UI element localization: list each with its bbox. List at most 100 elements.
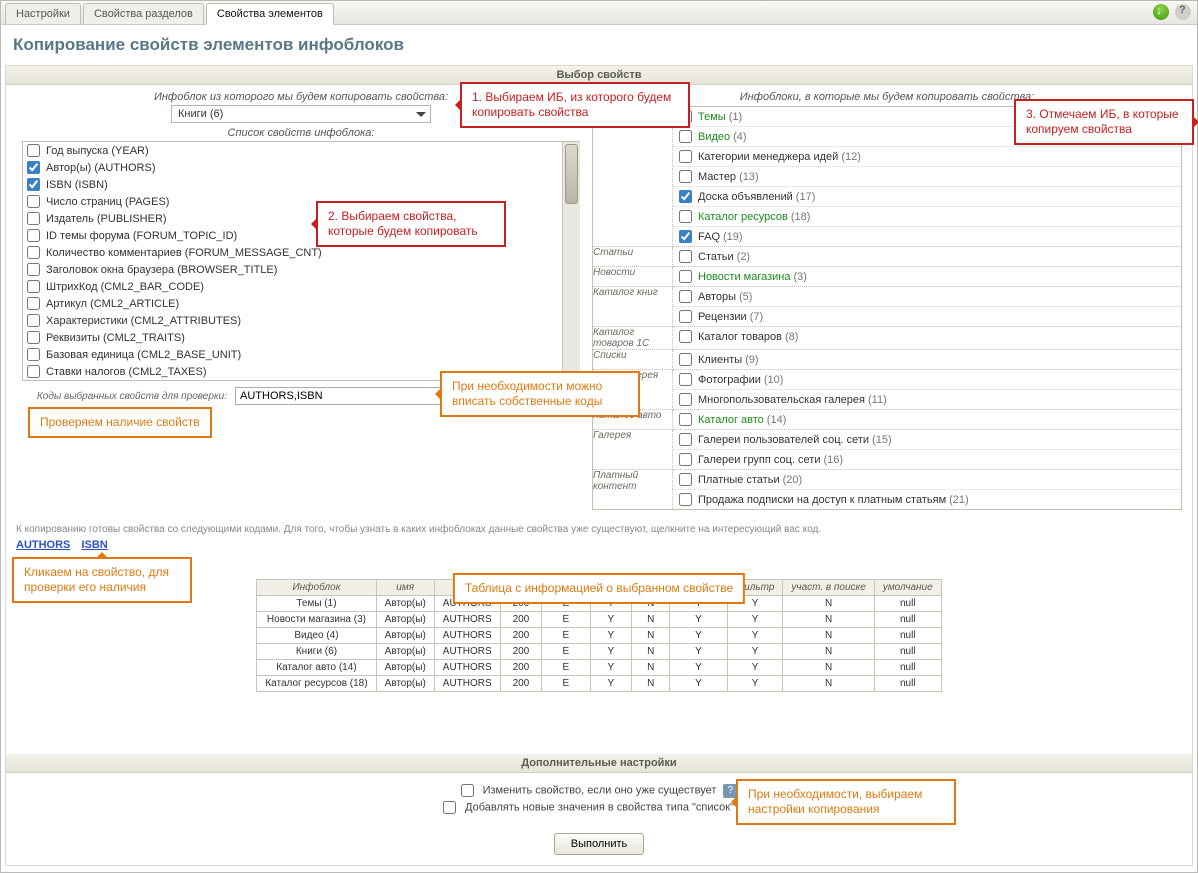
prop-row[interactable]: Автор(ы) (AUTHORS) — [23, 159, 562, 176]
hint-text: К копированию готовы свойства со следующ… — [16, 524, 1192, 535]
iblock-checkbox[interactable] — [679, 453, 692, 466]
prop-checkbox[interactable] — [27, 178, 40, 191]
prop-checkbox[interactable] — [27, 331, 40, 344]
iblock-count: (14) — [767, 414, 787, 426]
prop-checkbox[interactable] — [27, 365, 40, 378]
run-button[interactable]: Выполнить — [554, 833, 644, 855]
iblock-checkbox[interactable] — [679, 493, 692, 506]
iblock-checkbox[interactable] — [679, 433, 692, 446]
iblock-checkbox[interactable] — [679, 473, 692, 486]
prop-label: ID темы форума (FORUM_TOPIC_ID) — [46, 230, 237, 242]
opt-modify-checkbox[interactable] — [461, 784, 474, 797]
prop-checkbox[interactable] — [27, 195, 40, 208]
iblock-checkbox[interactable] — [679, 330, 692, 343]
iblock-count: (17) — [796, 191, 816, 203]
iblock-name: Каталог авто — [698, 414, 764, 426]
iblock-count: (20) — [783, 474, 803, 486]
download-icon[interactable] — [1153, 4, 1169, 20]
iblock-checkbox[interactable] — [679, 270, 692, 283]
callout-8: При необходимости, выбираем настройки ко… — [736, 779, 956, 825]
iblock-checkbox[interactable] — [679, 310, 692, 323]
callout-2: 2. Выбираем свойства, которые будем копи… — [316, 201, 506, 247]
table-row: Книги (6)Автор(ы)AUTHORS200EYNYYNnull — [257, 644, 941, 660]
iblock-item[interactable]: Галереи групп соц. сети (16) — [673, 450, 1181, 469]
tab-section-props[interactable]: Свойства разделов — [83, 3, 204, 24]
prop-checkbox[interactable] — [27, 161, 40, 174]
iblock-checkbox[interactable] — [679, 373, 692, 386]
prop-checkbox[interactable] — [27, 212, 40, 225]
iblock-name: Рецензии — [698, 311, 747, 323]
iblock-checkbox[interactable] — [679, 413, 692, 426]
iblock-name: Категории менеджера идей — [698, 151, 838, 163]
iblock-name: Видео — [698, 131, 730, 143]
iblock-item[interactable]: Многопользовательская галерея (11) — [673, 390, 1181, 409]
iblock-count: (4) — [733, 131, 746, 143]
iblock-checkbox[interactable] — [679, 250, 692, 263]
iblock-count: (9) — [745, 354, 758, 366]
page-title: Копирование свойств элементов инфоблоков — [13, 35, 1185, 55]
iblock-item[interactable]: Новости магазина (3) — [673, 267, 1181, 286]
iblock-item[interactable]: Категории менеджера идей (12) — [673, 147, 1181, 167]
codes-input[interactable] — [235, 387, 445, 405]
prop-row[interactable]: Реквизиты (CML2_TRAITS) — [23, 329, 562, 346]
props-listbox[interactable]: Год выпуска (YEAR) Автор(ы) (AUTHORS)ISBN… — [23, 142, 562, 380]
prop-checkbox[interactable] — [27, 314, 40, 327]
prop-row[interactable]: ISBN (ISBN) — [23, 176, 562, 193]
iblock-item[interactable]: FAQ (19) — [673, 227, 1181, 246]
iblock-item[interactable]: Каталог ресурсов (18) — [673, 207, 1181, 227]
help-icon[interactable] — [1175, 4, 1191, 20]
iblock-item[interactable]: Мастер (13) — [673, 167, 1181, 187]
prop-label: Количество комментариев (FORUM_MESSAGE_C… — [46, 247, 322, 259]
iblock-checkbox[interactable] — [679, 170, 692, 183]
iblock-item[interactable]: Авторы (5) — [673, 287, 1181, 307]
prop-checkbox[interactable] — [27, 348, 40, 361]
iblock-checkbox[interactable] — [679, 393, 692, 406]
iblock-count: (19) — [723, 231, 743, 243]
prop-label: Год выпуска (YEAR) — [46, 145, 149, 157]
iblock-checkbox[interactable] — [679, 150, 692, 163]
code-link-authors[interactable]: AUTHORS — [16, 539, 70, 551]
iblock-item[interactable]: Доска объявлений (17) — [673, 187, 1181, 207]
prop-checkbox[interactable] — [27, 280, 40, 293]
codes-label: Коды выбранных свойств для проверки: — [22, 391, 227, 402]
iblock-item[interactable]: Каталог авто (14) — [673, 410, 1181, 429]
prop-row[interactable]: Год выпуска (YEAR) — [23, 142, 562, 159]
prop-row[interactable]: Заголовок окна браузера (BROWSER_TITLE) — [23, 261, 562, 278]
prop-checkbox[interactable] — [27, 144, 40, 157]
iblock-checkbox[interactable] — [679, 190, 692, 203]
prop-row[interactable]: ШтрихКод (CML2_BAR_CODE) — [23, 278, 562, 295]
iblock-item[interactable]: Каталог товаров (8) — [673, 327, 1181, 346]
props-scrollbar[interactable] — [562, 142, 580, 380]
iblock-checkbox[interactable] — [679, 353, 692, 366]
iblock-item[interactable]: Статьи (2) — [673, 247, 1181, 266]
iblock-name: Каталог ресурсов — [698, 211, 788, 223]
iblock-item[interactable]: Продажа подписки на доступ к платным ста… — [673, 490, 1181, 509]
tab-settings[interactable]: Настройки — [5, 3, 81, 24]
iblock-item[interactable]: Клиенты (9) — [673, 350, 1181, 369]
prop-label: Базовая единица (CML2_BASE_UNIT) — [46, 349, 241, 361]
iblock-name: Многопользовательская галерея — [698, 394, 865, 406]
table-header: участ. в поиске — [783, 580, 874, 596]
prop-checkbox[interactable] — [27, 229, 40, 242]
callout-7: Таблица с информацией о выбранном свойст… — [453, 573, 745, 604]
source-iblock-select[interactable]: Книги (6) — [171, 105, 431, 123]
callout-5: Проверяем наличие свойств — [28, 407, 212, 438]
iblock-checkbox[interactable] — [679, 210, 692, 223]
prop-row[interactable]: Артикул (CML2_ARTICLE) — [23, 295, 562, 312]
iblock-item[interactable]: Платные статьи (20) — [673, 470, 1181, 490]
prop-row[interactable]: Характеристики (CML2_ATTRIBUTES) — [23, 312, 562, 329]
iblock-item[interactable]: Рецензии (7) — [673, 307, 1181, 326]
prop-checkbox[interactable] — [27, 246, 40, 259]
iblock-checkbox[interactable] — [679, 230, 692, 243]
iblock-name: Продажа подписки на доступ к платным ста… — [698, 494, 946, 506]
iblock-item[interactable]: Галереи пользователей соц. сети (15) — [673, 430, 1181, 450]
prop-checkbox[interactable] — [27, 263, 40, 276]
iblock-item[interactable]: Фотографии (10) — [673, 370, 1181, 390]
prop-checkbox[interactable] — [27, 297, 40, 310]
iblock-checkbox[interactable] — [679, 130, 692, 143]
opt-addlist-checkbox[interactable] — [443, 801, 456, 814]
tab-element-props[interactable]: Свойства элементов — [206, 3, 334, 25]
prop-row[interactable]: Базовая единица (CML2_BASE_UNIT) — [23, 346, 562, 363]
iblock-checkbox[interactable] — [679, 290, 692, 303]
table-row: Новости магазина (3)Автор(ы)AUTHORS200EY… — [257, 612, 941, 628]
